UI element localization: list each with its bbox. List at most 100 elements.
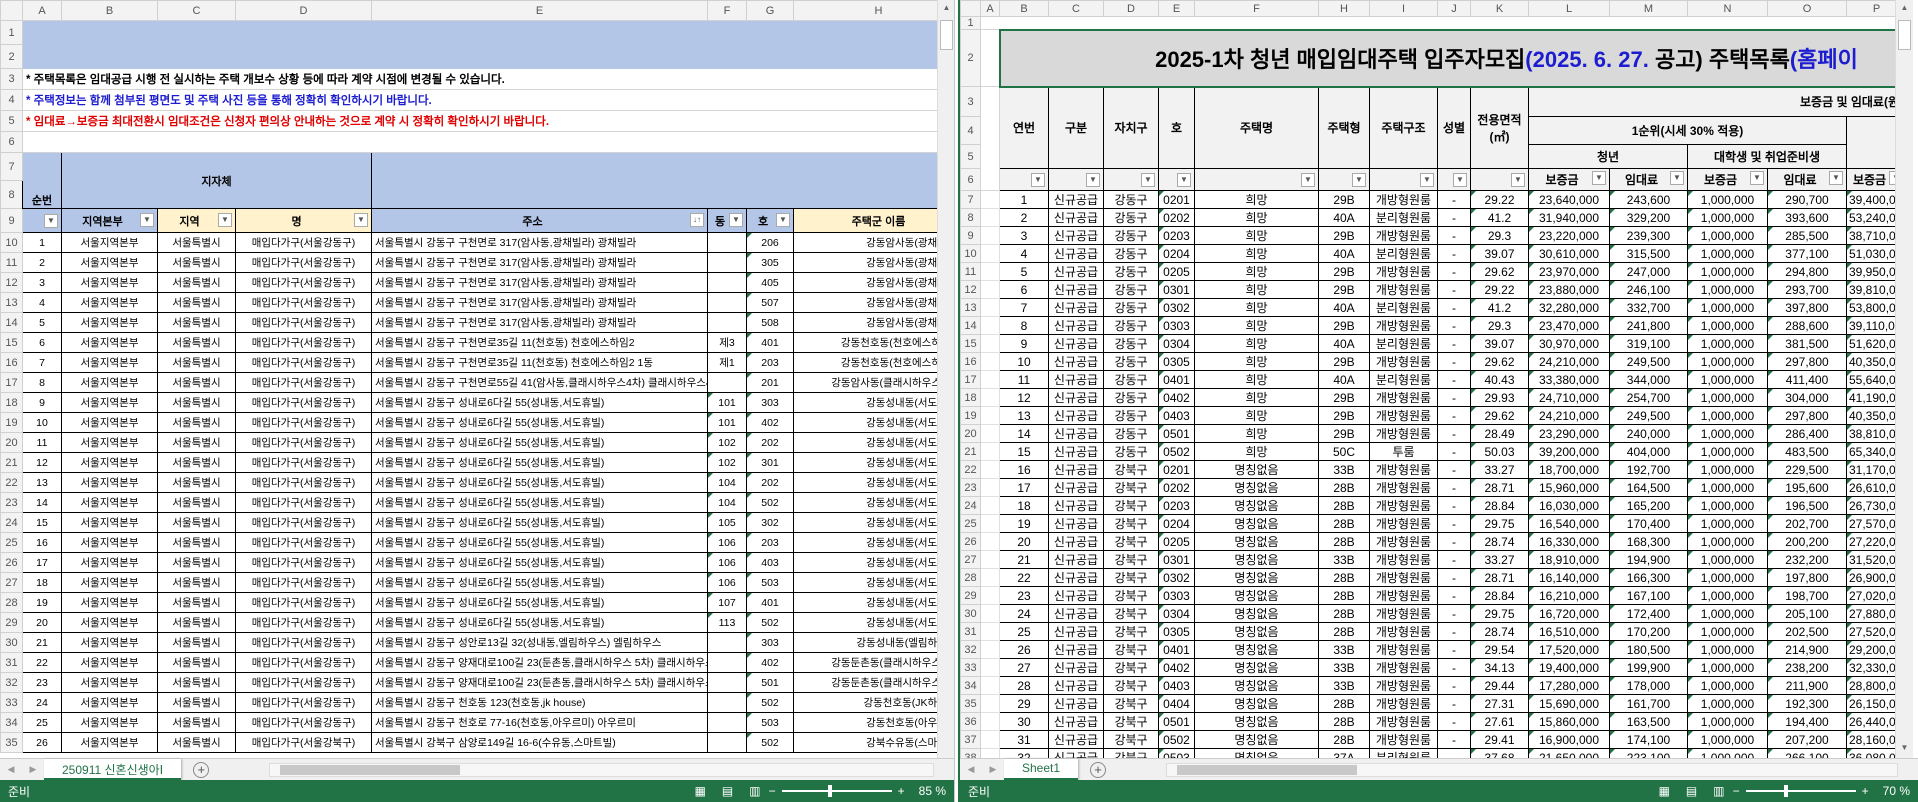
cell[interactable]: 194,400 (1767, 712, 1847, 731)
row-header[interactable]: 21 (960, 442, 981, 461)
cell[interactable]: 16,540,000 (1528, 514, 1610, 533)
cell[interactable]: 신규공급 (1048, 190, 1104, 209)
column-header[interactable]: E (1158, 0, 1195, 17)
row-header[interactable]: 29 (0, 612, 23, 633)
cell[interactable]: 203 (746, 352, 794, 373)
column-header[interactable]: F (1194, 0, 1319, 17)
row-header[interactable]: 34 (960, 676, 981, 695)
zoom-level[interactable]: 85 % (919, 784, 946, 798)
cell[interactable]: 신규공급 (1048, 298, 1104, 317)
cell[interactable]: 2 (999, 208, 1049, 227)
cell[interactable]: 23,640,000 (1528, 190, 1610, 209)
cell[interactable]: 명칭없음 (1194, 676, 1319, 695)
cell[interactable]: 29.3 (1470, 316, 1529, 335)
cell[interactable] (707, 712, 747, 733)
row-header[interactable]: 11 (960, 262, 981, 281)
cell[interactable]: 강동구 (1103, 298, 1159, 317)
cell[interactable]: - (1437, 730, 1471, 749)
cell[interactable]: 신규공급 (1048, 550, 1104, 569)
cell[interactable]: 강북구 (1103, 532, 1159, 551)
cell[interactable]: 502 (746, 732, 794, 753)
cell[interactable]: 20 (999, 532, 1049, 551)
cell[interactable]: 1,000,000 (1687, 388, 1768, 407)
cell[interactable]: 33B (1318, 640, 1370, 659)
cell[interactable]: 개방형원룸 (1369, 226, 1438, 245)
cell[interactable]: 502 (746, 612, 794, 633)
cell[interactable]: 개방형원룸 (1369, 604, 1438, 623)
cell[interactable]: 202,700 (1767, 514, 1847, 533)
cell[interactable]: 1,000,000 (1687, 352, 1768, 371)
row-header[interactable]: 27 (960, 550, 981, 569)
sort-filter-icon[interactable]: ↓↑ (690, 212, 704, 227)
row-header[interactable]: 4 (960, 116, 981, 145)
cell[interactable]: 강동암사동(광채빌라) (793, 272, 954, 293)
cell[interactable]: 서울지역본부 (61, 552, 158, 573)
cell[interactable]: - (1437, 226, 1471, 245)
cell[interactable]: 서울지역본부 (61, 672, 158, 693)
cell[interactable]: 매입다가구(서울강동구) (235, 712, 372, 733)
cell[interactable]: 13 (22, 472, 62, 493)
row-header[interactable]: 18 (960, 388, 981, 407)
cell[interactable]: 39.07 (1470, 244, 1529, 263)
cell[interactable]: 405 (746, 272, 794, 293)
cell[interactable]: 37A (1318, 748, 1370, 758)
cell[interactable]: 3 (22, 272, 62, 293)
cell[interactable]: 41.2 (1470, 298, 1529, 317)
cell[interactable]: 14 (22, 492, 62, 513)
cell[interactable]: 서울특별시 강동구 구천면로 317(암사동,광채빌라) 광채빌라 (371, 252, 708, 273)
filter-dropdown-icon[interactable]: ▼ (1031, 172, 1045, 187)
cell[interactable]: 106 (707, 572, 747, 593)
cell[interactable]: 개방형원룸 (1369, 550, 1438, 569)
cell[interactable]: 강동성내동(서도휴빌) (793, 492, 954, 513)
column-header[interactable]: L (1528, 0, 1610, 17)
cell[interactable]: 서울특별시 강동구 성내로6다길 55(성내동,서도휴빌) (371, 532, 708, 553)
cell[interactable]: 501 (746, 672, 794, 693)
select-all[interactable] (960, 0, 981, 17)
cell[interactable]: 41.2 (1470, 208, 1529, 227)
cell[interactable]: 강북구 (1103, 478, 1159, 497)
scroll-up-icon[interactable]: ▲ (1896, 0, 1913, 16)
cell[interactable]: 서울지역본부 (61, 472, 158, 493)
row-header[interactable]: 4 (0, 89, 23, 111)
cell[interactable]: 199,900 (1609, 658, 1688, 677)
cell[interactable]: 163,500 (1609, 712, 1688, 731)
cell[interactable]: 신규공급 (1048, 514, 1104, 533)
cell[interactable]: 105 (707, 512, 747, 533)
cell[interactable]: 0303 (1158, 316, 1195, 335)
row-header[interactable]: 24 (0, 512, 23, 533)
cell[interactable]: 9 (999, 334, 1049, 353)
cell[interactable]: 0402 (1158, 658, 1195, 677)
cell[interactable]: 서울지역본부 (61, 732, 158, 753)
cell[interactable]: 분리형원룸 (1369, 748, 1438, 758)
cell[interactable]: 18 (999, 496, 1049, 515)
cell[interactable]: 개방형원룸 (1369, 694, 1438, 713)
cell[interactable]: 23,470,000 (1528, 316, 1610, 335)
cell[interactable]: 205,100 (1767, 604, 1847, 623)
cell[interactable]: 30,610,000 (1528, 244, 1610, 263)
cell[interactable]: 174,100 (1609, 730, 1688, 749)
row-header[interactable]: 20 (960, 424, 981, 443)
cell[interactable]: 강동구 (1103, 190, 1159, 209)
cell[interactable]: 강동성내동(서도휴빌) (793, 472, 954, 493)
cell[interactable]: 377,100 (1767, 244, 1847, 263)
cell[interactable]: 40A (1318, 208, 1370, 227)
tab-next-icon[interactable]: ▶ (22, 764, 44, 775)
scroll-up-icon[interactable]: ▲ (938, 0, 954, 16)
row-header[interactable]: 28 (960, 568, 981, 587)
cell[interactable]: 8 (999, 316, 1049, 335)
cell[interactable]: 29 (999, 694, 1049, 713)
row-header[interactable]: 19 (0, 412, 23, 433)
cell[interactable]: 강동성내동(서도휴빌) (793, 572, 954, 593)
cell[interactable]: 서울지역본부 (61, 452, 158, 473)
scroll-thumb[interactable] (1898, 20, 1911, 50)
tab-next-icon[interactable]: ▶ (982, 764, 1004, 775)
filter-cell[interactable]: ▼ (22, 208, 62, 233)
row-header[interactable]: 8 (960, 208, 981, 227)
cell[interactable]: 개방형원룸 (1369, 424, 1438, 443)
cell[interactable]: 서울특별시 강동구 구천면로 317(암사동,광채빌라) 광채빌라 (371, 232, 708, 253)
cell[interactable]: 강북수유동(스마트빌) (793, 732, 954, 753)
row-header[interactable]: 34 (0, 712, 23, 733)
cell[interactable]: - (1437, 316, 1471, 335)
column-header[interactable]: J (1437, 0, 1471, 17)
cell[interactable]: 303 (746, 632, 794, 653)
